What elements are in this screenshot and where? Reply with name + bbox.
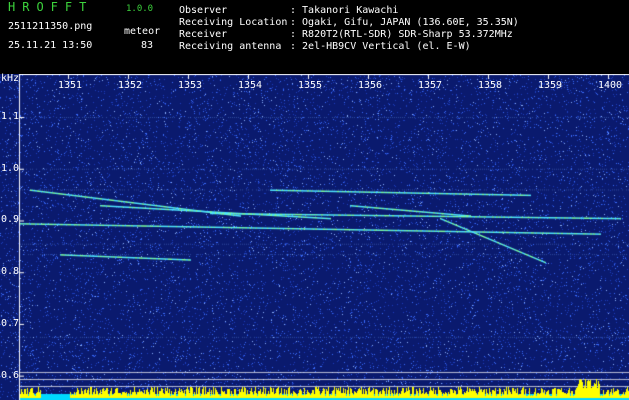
time-tick-label: 1353 [178, 80, 203, 91]
time-tick-label: 1351 [58, 80, 83, 91]
app-version: 1.0.0 [126, 4, 154, 14]
time-tick-label: 1352 [118, 80, 143, 91]
time-tick-label: 1400 [598, 80, 623, 91]
frequency-tick-label: 1.0 [1, 162, 20, 174]
frequency-tick-label: 0.8 [1, 266, 20, 278]
file-name: 2511211350.png [8, 21, 93, 32]
frequency-tick-label: 0.9 [1, 214, 20, 226]
observer-value: : Takanori Kawachi [290, 5, 399, 16]
time-tick-label: 1354 [238, 80, 263, 91]
antenna-label: Receiving antenna [179, 41, 282, 52]
meteor-label: meteor [124, 26, 161, 37]
date-time: 25.11.21 13:50 [8, 40, 93, 51]
meteor-count: 83 [141, 40, 154, 51]
frequency-tick-label: 1.1 [1, 111, 20, 123]
location-value: : Ogaki, Gifu, JAPAN (136.60E, 35.35N) [290, 17, 519, 28]
frequency-tick-label: 0.6 [1, 369, 20, 381]
spectrogram-canvas [0, 74, 629, 400]
time-tick-label: 1357 [418, 80, 443, 91]
khz-unit-label: kHz [1, 73, 20, 84]
time-tick-label: 1356 [358, 80, 383, 91]
antenna-value: : 2el-HB9CV Vertical (el. E-W) [290, 41, 471, 52]
header-panel: HROFFT 1.0.0 2511211350.png 25.11.21 13:… [0, 0, 629, 74]
receiver-value: : R820T2(RTL-SDR) SDR-Sharp 53.372MHz [290, 29, 513, 40]
frequency-tick-label: 0.7 [1, 317, 20, 329]
time-tick-label: 1358 [478, 80, 503, 91]
observer-label: Observer [179, 5, 228, 16]
receiver-label: Receiver [179, 29, 228, 40]
app-title: HROFFT [8, 0, 94, 14]
time-tick-label: 1359 [538, 80, 563, 91]
time-tick-label: 1355 [298, 80, 323, 91]
location-label: Receiving Location [179, 17, 288, 28]
